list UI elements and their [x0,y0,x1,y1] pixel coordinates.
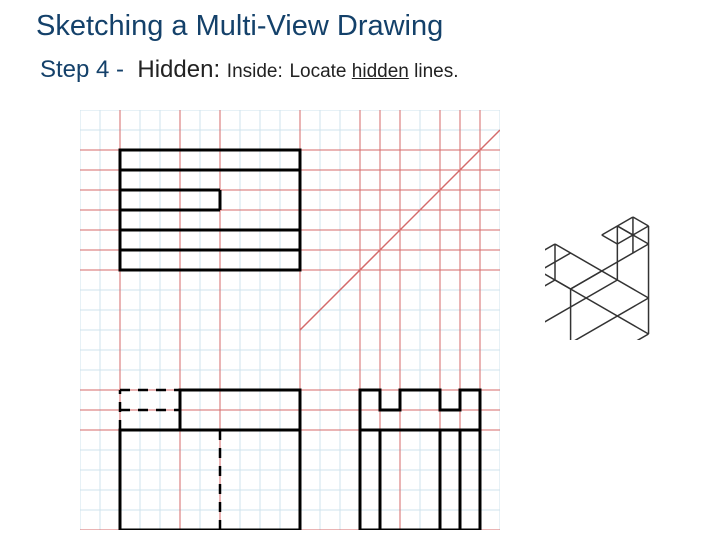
page-title: Sketching a Multi-View Drawing [36,10,443,43]
inside-label: Inside: [227,61,283,82]
step-instruction: Step 4 - Hidden: Inside: Locate hidden l… [40,56,458,84]
locate-text: Locate hidden lines. [289,61,458,82]
step-prefix: Step 4 - [40,56,124,83]
hidden-label: Hidden: [137,56,220,83]
multiview-drawing [80,110,500,530]
isometric-drawing [545,200,695,340]
